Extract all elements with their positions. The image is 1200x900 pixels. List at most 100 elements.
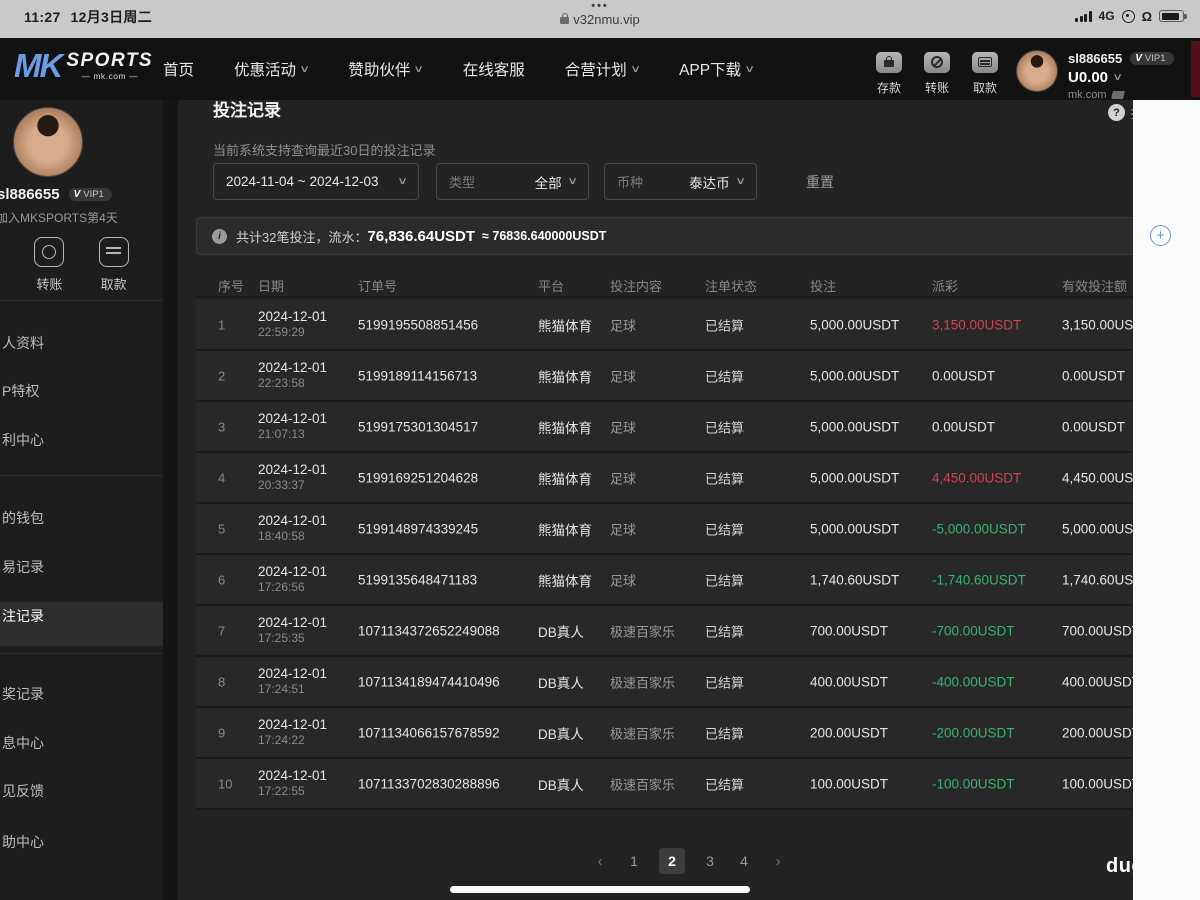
table-row[interactable]: 8 2024-12-01 17:24:51 1071134189474410496 DB… <box>196 657 1186 708</box>
sidebar-item-6[interactable]: 奖记录 <box>2 684 44 704</box>
joined-days-label: 加入MKSPORTS第4天 <box>0 211 118 225</box>
sidebar-item-2[interactable]: 利中心 <box>2 430 44 450</box>
table-row[interactable]: 4 2024-12-01 20:33:37 5199169251204628 熊猫体育 足… <box>196 453 1186 504</box>
cell-2: 5199195508851456 <box>358 317 479 332</box>
transfer-label: 转账 <box>36 277 63 292</box>
url-text[interactable]: v32nmu.vip <box>573 12 639 27</box>
cell-0: 1 <box>218 317 226 332</box>
orientation-lock-icon <box>1121 9 1135 23</box>
nav-item-4[interactable]: 合营计划 ∨ <box>564 58 641 80</box>
cell-5: 已结算 <box>705 675 745 690</box>
browser-address[interactable]: ••• v32nmu.vip <box>0 1 1200 27</box>
add-circle-button[interactable]: + <box>1150 225 1171 246</box>
chevron-down-icon: ∨ <box>566 176 578 187</box>
page-button-4[interactable]: 4 <box>735 853 753 869</box>
tab-dots-icon[interactable]: ••• <box>0 1 1200 12</box>
nav-item-3[interactable]: 在线客服 <box>463 58 525 80</box>
cell-4: 足球 <box>610 573 637 588</box>
cell-3: DB真人 <box>538 777 584 793</box>
page-button-1[interactable]: 1 <box>625 853 643 869</box>
cell-2: 1071134189474410496 <box>358 674 500 689</box>
cell-7: -200.00USDT <box>932 725 1015 740</box>
cell-date-time: 17:25:35 <box>258 631 305 645</box>
sidebar-item-4[interactable]: 易记录 <box>2 557 44 577</box>
page-title: 投注记录 <box>213 101 281 120</box>
table-row[interactable]: 6 2024-12-01 17:26:56 5199135648471183 熊猫体育 足… <box>196 555 1186 606</box>
cell-7: -100.00USDT <box>932 776 1015 791</box>
cell-date-day: 2024-12-01 <box>258 666 328 681</box>
sidebar-item-0[interactable]: 人资料 <box>2 333 44 353</box>
sidebar-withdraw-button[interactable]: 取款 <box>98 237 129 293</box>
nav-item-5[interactable]: APP下载 ∨ <box>679 58 755 80</box>
help-icon[interactable]: ? <box>1108 104 1125 121</box>
page-prev-button[interactable]: ‹ <box>591 853 609 870</box>
page-button-3[interactable]: 3 <box>701 853 719 869</box>
sidebar: sl886655 V VIP1 加入MKSPORTS第4天 转账 取款 人资料 P特… <box>0 100 163 900</box>
nav-action-1[interactable]: 转账 <box>920 52 954 96</box>
profile-avatar[interactable] <box>13 107 83 177</box>
table-row[interactable]: 1 2024-12-01 22:59:29 5199195508851456 熊猫体育 足… <box>196 300 1186 351</box>
balance-value[interactable]: U0.00 <box>1068 69 1108 86</box>
user-avatar[interactable] <box>1016 50 1058 92</box>
edge-red-strip <box>1191 41 1200 97</box>
cell-3: DB真人 <box>538 675 584 691</box>
cell-date-day: 2024-12-01 <box>258 615 328 630</box>
column-header-5: 注单状态 <box>705 279 758 294</box>
page-button-2[interactable]: 2 <box>659 848 685 874</box>
table-row[interactable]: 2 2024-12-01 22:23:58 5199189114156713 熊猫体育 足… <box>196 351 1186 402</box>
table-row[interactable]: 3 2024-12-01 21:07:13 5199175301304517 熊猫体育 足… <box>196 402 1186 453</box>
nav-item-label: 在线客服 <box>462 62 525 79</box>
nav-item-label: APP下载 <box>679 62 742 79</box>
sidebar-item-1[interactable]: P特权 <box>2 381 39 401</box>
cell-4: 足球 <box>610 420 637 435</box>
cell-3: 熊猫体育 <box>538 471 592 487</box>
nav-action-2[interactable]: 取款 <box>968 52 1002 96</box>
cell-2: 5199148974339245 <box>358 521 479 536</box>
logo-sports: SPORTS <box>66 49 154 71</box>
table-row[interactable]: 9 2024-12-01 17:24:22 1071134066157678592 DB… <box>196 708 1186 759</box>
cell-6: 5,000.00USDT <box>810 419 900 434</box>
nav-item-label: 合营计划 <box>564 62 627 79</box>
betting-records-panel: 投注记录 ? 投 当前系统支持查询最近30日的投注记录 2024-11-04 ~… <box>178 100 1200 900</box>
nav-item-label: 优惠活动 <box>234 62 297 79</box>
nav-item-2[interactable]: 赞助伙伴 ∨ <box>348 58 424 80</box>
date-range-select[interactable]: 2024-11-04 ~ 2024-12-03 ∨ <box>213 163 419 200</box>
sidebar-item-7[interactable]: 息中心 <box>2 733 44 753</box>
column-header-4: 投注内容 <box>610 279 663 294</box>
page-next-button[interactable]: › <box>769 853 787 870</box>
cell-2: 5199169251204628 <box>358 470 479 485</box>
nav-action-label: 转账 <box>924 81 949 95</box>
currency-select[interactable]: 币种 泰达币 ∨ <box>604 163 757 200</box>
chevron-down-icon: ∨ <box>629 63 641 75</box>
sidebar-item-8[interactable]: 见反馈 <box>2 781 44 801</box>
cell-0: 4 <box>218 470 226 485</box>
cell-6: 700.00USDT <box>810 623 889 638</box>
column-header-7: 派彩 <box>932 279 959 294</box>
type-select[interactable]: 类型 全部 ∨ <box>436 163 589 200</box>
cell-3: DB真人 <box>538 624 584 640</box>
table-header: 序号 日期 订单号 平台 投注内容 注单状态 投注 派彩 有效投注额 <box>196 270 1186 298</box>
cell-date: 2024-12-01 17:24:22 <box>258 717 327 748</box>
nav-item-1[interactable]: 优惠活动 ∨ <box>234 58 310 80</box>
table-row[interactable]: 7 2024-12-01 17:25:35 1071134372652249088 DB… <box>196 606 1186 657</box>
vip-badge: V VIP1 <box>1130 52 1174 65</box>
table-row[interactable]: 5 2024-12-01 18:40:58 5199148974339245 熊猫体育 足… <box>196 504 1186 555</box>
lock-icon <box>560 13 570 24</box>
nav-menu: 首页 优惠活动 ∨ 赞助伙伴 ∨ 在线客服 合营计划 ∨ APP下载 ∨ <box>163 38 755 100</box>
nav-action-0[interactable]: 存款 <box>872 52 906 96</box>
sidebar-transfer-button[interactable]: 转账 <box>34 237 65 293</box>
sidebar-item-5[interactable]: 注记录 <box>2 606 44 626</box>
reset-button[interactable]: 重置 <box>806 163 834 200</box>
nav-item-label: 首页 <box>163 62 195 79</box>
sidebar-item-9[interactable]: 助中心 <box>2 832 44 852</box>
cell-date: 2024-12-01 17:26:56 <box>258 564 327 595</box>
nav-item-0[interactable]: 首页 <box>163 58 194 80</box>
cell-2: 5199189114156713 <box>358 368 478 383</box>
brand-logo[interactable]: MK SPORTS — mk.com — <box>14 49 153 82</box>
cell-3: DB真人 <box>538 726 584 742</box>
sidebar-item-3[interactable]: 的钱包 <box>2 508 44 528</box>
table-row[interactable]: 10 2024-12-01 17:22:55 1071133702830288896 D… <box>196 759 1186 810</box>
home-indicator[interactable] <box>450 886 750 893</box>
cell-5: 已结算 <box>705 471 745 486</box>
balance-dropdown[interactable]: U0.00 ∨ <box>1068 69 1174 86</box>
